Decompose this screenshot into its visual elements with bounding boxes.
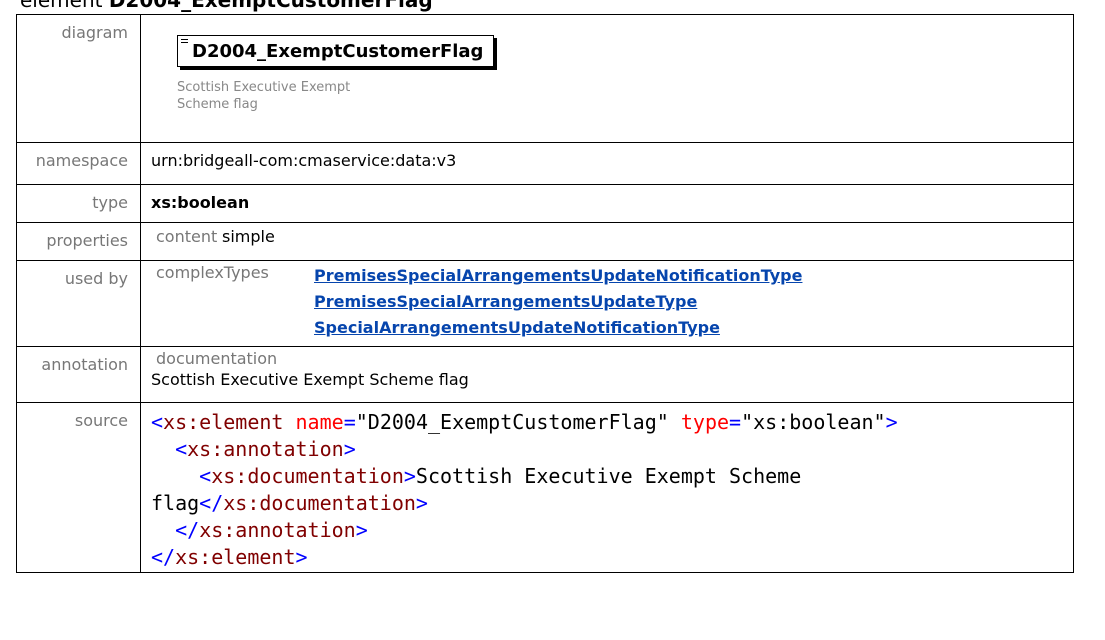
xml-documentation-tag: xs:documentation — [211, 464, 404, 488]
xml-annotation-tag: xs:annotation — [187, 437, 344, 461]
row-annotation: annotation documentation Scottish Execut… — [16, 346, 1074, 403]
row-label-annotation: annotation — [16, 346, 141, 403]
row-properties: properties content simple — [16, 222, 1074, 261]
diagram-element-title: D2004_ExemptCustomerFlag — [192, 41, 484, 62]
row-label-source: source — [16, 402, 141, 573]
xml-attr-name: name — [295, 410, 344, 434]
page-heading: element D2004_ExemptCustomerFlag — [20, 0, 433, 12]
namespace-value: urn:bridgeall-com:cmaservice:data:v3 — [140, 142, 1074, 185]
used-by-links: PremisesSpecialArrangementsUpdateNotific… — [314, 263, 802, 341]
row-label-namespace: namespace — [16, 142, 141, 185]
row-used-by: used by complexTypes PremisesSpecialArra… — [16, 260, 1074, 347]
xml-element-tag: xs:element — [163, 410, 284, 434]
element-doc-table: diagram D2004_ExemptCustomerFlag Scottis… — [16, 14, 1074, 573]
row-label-type: type — [16, 184, 141, 223]
used-by-key: complexTypes — [156, 263, 269, 282]
used-by-link[interactable]: PremisesSpecialArrangementsUpdateType — [314, 289, 802, 315]
xml-documentation-close-tag: xs:documentation — [223, 491, 416, 515]
element-lines-icon — [181, 39, 188, 46]
row-label-properties: properties — [16, 222, 141, 261]
row-label-used-by: used by — [16, 260, 141, 347]
row-diagram: diagram D2004_ExemptCustomerFlag Scottis… — [16, 14, 1074, 143]
xml-attr-name-value: "D2004_ExemptCustomerFlag" — [355, 410, 669, 434]
diagram-caption: Scottish Executive Exempt Scheme flag — [177, 80, 351, 112]
properties-key: content — [156, 227, 218, 246]
annotation-key: documentation — [156, 349, 278, 368]
used-by-link[interactable]: SpecialArrangementsUpdateNotificationTyp… — [314, 315, 802, 341]
annotation-value: Scottish Executive Exempt Scheme flag — [151, 370, 469, 389]
page-heading-name: D2004_ExemptCustomerFlag — [108, 0, 433, 12]
type-value: xs:boolean — [140, 184, 1074, 223]
xml-attr-type-value: "xs:boolean" — [741, 410, 886, 434]
row-label-diagram: diagram — [16, 14, 141, 143]
xml-annotation-close-tag: xs:annotation — [199, 518, 356, 542]
row-source: source <xs:element name="D2004_ExemptCus… — [16, 402, 1074, 573]
row-type: type xs:boolean — [16, 184, 1074, 223]
used-by-link[interactable]: PremisesSpecialArrangementsUpdateNotific… — [314, 263, 802, 289]
xml-element-close-tag: xs:element — [175, 545, 296, 569]
row-namespace: namespace urn:bridgeall-com:cmaservice:d… — [16, 142, 1074, 185]
xml-attr-type: type — [680, 410, 730, 434]
diagram-element-box[interactable]: D2004_ExemptCustomerFlag — [177, 35, 495, 67]
page-heading-prefix: element — [20, 0, 109, 12]
source-code: <xs:element name="D2004_ExemptCustomerFl… — [151, 410, 898, 569]
properties-value: simple — [222, 227, 275, 246]
